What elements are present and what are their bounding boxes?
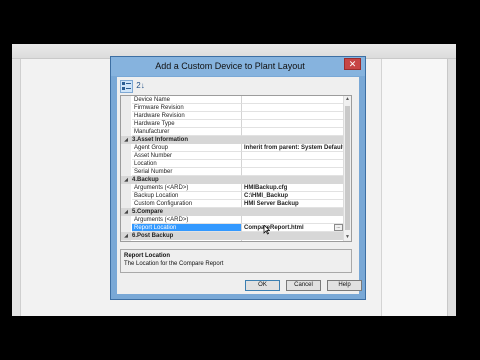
cancel-button[interactable]: Cancel bbox=[286, 280, 321, 291]
row-gutter bbox=[121, 152, 131, 160]
row-gutter bbox=[121, 216, 131, 224]
property-value-field[interactable]: HMIBackup.cfg bbox=[241, 184, 345, 192]
property-row[interactable]: Custom Configuration HMI Server Backup bbox=[121, 200, 345, 208]
sort-alphabetical-icon: 2↓ bbox=[136, 81, 145, 90]
property-row[interactable]: Location bbox=[121, 160, 345, 168]
property-value-field[interactable] bbox=[241, 216, 345, 224]
property-description-panel: Report Location The Location for the Com… bbox=[120, 249, 352, 273]
collapse-icon[interactable]: ◢ bbox=[121, 136, 131, 144]
property-value-field[interactable]: Inherit from parent: System Default bbox=[241, 144, 345, 152]
property-row[interactable]: Backup Location C:\HMI_Backup bbox=[121, 192, 345, 200]
property-row[interactable]: Arguments (<ARD>) bbox=[121, 216, 345, 224]
property-name[interactable]: Report Location bbox=[132, 224, 241, 232]
background-left-panel bbox=[12, 59, 21, 316]
categorized-icon bbox=[122, 82, 131, 90]
help-button[interactable]: Help bbox=[327, 280, 362, 291]
add-custom-device-dialog: Add a Custom Device to Plant Layout ✕ 2↓… bbox=[110, 56, 366, 300]
property-value-field[interactable]: CompareReport.html bbox=[241, 224, 345, 232]
property-value-field[interactable] bbox=[241, 240, 345, 241]
property-row[interactable]: Report Location CompareReport.html... bbox=[121, 224, 345, 232]
scrollbar-thumb[interactable] bbox=[345, 106, 350, 230]
property-name[interactable]: Asset Number bbox=[132, 152, 241, 160]
property-value-field[interactable] bbox=[241, 104, 345, 112]
property-value-field[interactable] bbox=[241, 112, 345, 120]
row-gutter bbox=[121, 168, 131, 176]
dialog-titlebar[interactable]: Add a Custom Device to Plant Layout ✕ bbox=[111, 57, 365, 76]
property-name[interactable]: Firmware Revision bbox=[132, 104, 241, 112]
property-value-field[interactable] bbox=[241, 128, 345, 136]
property-row[interactable]: Serial Number bbox=[121, 168, 345, 176]
property-name[interactable]: Serial Number bbox=[132, 168, 241, 176]
property-row[interactable]: Arguments (<ARD>) bbox=[121, 240, 345, 241]
row-gutter bbox=[121, 160, 131, 168]
property-category-row[interactable]: ◢ 3.Asset Information bbox=[121, 136, 345, 144]
description-title: Report Location bbox=[124, 253, 170, 259]
property-name[interactable]: Agent Group bbox=[132, 144, 241, 152]
property-row[interactable]: Hardware Revision bbox=[121, 112, 345, 120]
row-gutter bbox=[121, 192, 131, 200]
property-grid: Device Name Firmware Revision Hardware Rev… bbox=[120, 95, 352, 242]
property-row[interactable]: Device Name bbox=[121, 96, 345, 104]
property-category-row[interactable]: ◢ 5.Compare bbox=[121, 208, 345, 216]
property-name[interactable]: Hardware Revision bbox=[132, 112, 241, 120]
property-category-row[interactable]: ◢ 4.Backup bbox=[121, 176, 345, 184]
categorized-view-button[interactable] bbox=[120, 80, 133, 93]
property-name[interactable]: Arguments (<ARD>) bbox=[132, 216, 241, 224]
property-name[interactable]: Backup Location bbox=[132, 192, 241, 200]
dialog-client-area: 2↓ Device Name Firmware Revision Hardware … bbox=[117, 77, 362, 294]
property-grid-toolbar: 2↓ bbox=[120, 80, 170, 94]
category-label: 4.Backup bbox=[132, 177, 159, 183]
row-gutter bbox=[121, 184, 131, 192]
row-gutter bbox=[121, 240, 131, 241]
property-row[interactable]: Agent Group Inherit from parent: System D… bbox=[121, 144, 345, 152]
category-label: 3.Asset Information bbox=[132, 137, 189, 143]
scroll-up-icon[interactable]: ▲ bbox=[344, 96, 351, 103]
property-row[interactable]: Manufacturer bbox=[121, 128, 345, 136]
category-label: 6.Post Backup bbox=[132, 233, 174, 239]
property-value-field[interactable] bbox=[241, 160, 345, 168]
property-value-field[interactable]: C:\HMI_Backup bbox=[241, 192, 345, 200]
description-text: The Location for the Compare Report bbox=[124, 261, 224, 267]
property-value-field[interactable]: HMI Server Backup bbox=[241, 200, 345, 208]
close-button[interactable]: ✕ bbox=[344, 58, 361, 70]
property-name[interactable]: Hardware Type bbox=[132, 120, 241, 128]
property-name[interactable]: Arguments (<ARD>) bbox=[132, 240, 241, 241]
property-name[interactable]: Arguments (<ARD>) bbox=[132, 184, 241, 192]
browse-ellipsis-button[interactable]: ... bbox=[334, 224, 343, 231]
scroll-down-icon[interactable]: ▼ bbox=[344, 234, 351, 241]
row-gutter bbox=[121, 112, 131, 120]
alphabetical-view-button[interactable]: 2↓ bbox=[134, 80, 147, 93]
property-name[interactable]: Device Name bbox=[132, 96, 241, 104]
property-row[interactable]: Hardware Type bbox=[121, 120, 345, 128]
background-right-panel bbox=[381, 59, 448, 316]
property-row[interactable]: Arguments (<ARD>) HMIBackup.cfg bbox=[121, 184, 345, 192]
property-value-field[interactable] bbox=[241, 96, 345, 104]
mouse-cursor-icon bbox=[263, 225, 270, 235]
property-name[interactable]: Location bbox=[132, 160, 241, 168]
property-row[interactable]: Asset Number bbox=[121, 152, 345, 160]
property-row[interactable]: Firmware Revision bbox=[121, 104, 345, 112]
row-gutter bbox=[121, 128, 131, 136]
vertical-scrollbar[interactable]: ▲ ▼ bbox=[343, 96, 351, 241]
ok-button[interactable]: OK bbox=[245, 280, 280, 291]
category-label: 5.Compare bbox=[132, 209, 164, 215]
property-name[interactable]: Custom Configuration bbox=[132, 200, 241, 208]
collapse-icon[interactable]: ◢ bbox=[121, 232, 131, 240]
row-gutter bbox=[121, 144, 131, 152]
background-right-edge bbox=[447, 59, 456, 316]
property-value-field[interactable] bbox=[241, 168, 345, 176]
row-gutter bbox=[121, 96, 131, 104]
row-gutter bbox=[121, 120, 131, 128]
row-gutter bbox=[121, 104, 131, 112]
collapse-icon[interactable]: ◢ bbox=[121, 208, 131, 216]
property-value-field[interactable] bbox=[241, 152, 345, 160]
close-icon: ✕ bbox=[348, 59, 357, 69]
dialog-title: Add a Custom Device to Plant Layout bbox=[155, 61, 305, 71]
row-gutter bbox=[121, 200, 131, 208]
row-gutter bbox=[121, 224, 131, 232]
property-value-field[interactable] bbox=[241, 120, 345, 128]
collapse-icon[interactable]: ◢ bbox=[121, 176, 131, 184]
property-category-row[interactable]: ◢ 6.Post Backup bbox=[121, 232, 345, 240]
property-name[interactable]: Manufacturer bbox=[132, 128, 241, 136]
